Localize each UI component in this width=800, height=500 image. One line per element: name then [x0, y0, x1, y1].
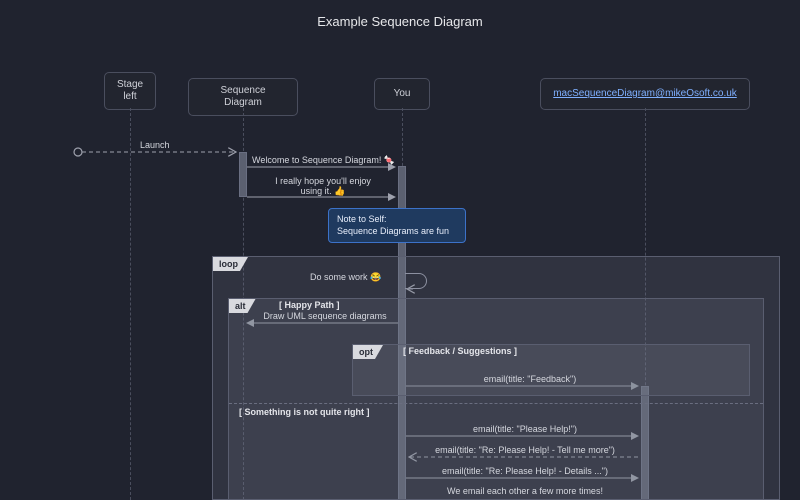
msg-launch: Launch [140, 140, 170, 150]
guard-feedback: [ Feedback / Suggestions ] [403, 346, 517, 356]
activation-seq-diagram [239, 152, 247, 197]
fragment-opt-label: opt [353, 345, 383, 359]
msg-help1: email(title: "Please Help!") [420, 424, 630, 434]
msg-work: Do some work 😂 [310, 272, 381, 283]
msg-help2: email(title: "Re: Please Help! - Tell me… [410, 445, 640, 455]
diagram-canvas: Example Sequence Diagram Stageleft Seque… [0, 0, 800, 500]
msg-feedback-email: email(title: "Feedback") [430, 374, 630, 384]
msg-help3: email(title: "Re: Please Help! - Details… [410, 466, 640, 476]
participant-you: You [374, 78, 430, 110]
participant-stage-left: Stageleft [104, 72, 156, 110]
fragment-loop-label: loop [213, 257, 248, 271]
fragment-alt-label: alt [229, 299, 256, 313]
alt-divider [229, 403, 763, 404]
msg-hope: I really hope you'll enjoyusing it. 👍 [252, 176, 394, 197]
fragment-opt: opt [ Feedback / Suggestions ] [352, 344, 750, 396]
participant-email-link[interactable]: macSequenceDiagram@mikeOsoft.co.uk [540, 78, 750, 110]
guard-happy-path: [ Happy Path ] [279, 300, 340, 310]
msg-draw: Draw UML sequence diagrams [260, 311, 390, 321]
msg-help4: We email each other a few more times! [410, 486, 640, 496]
msg-welcome: Welcome to Sequence Diagram! 🍬 [252, 155, 394, 166]
lifeline-stage-left [130, 108, 131, 500]
diagram-title: Example Sequence Diagram [0, 14, 800, 29]
guard-else: [ Something is not quite right ] [239, 407, 370, 417]
note-self: Note to Self:Sequence Diagrams are fun [328, 208, 466, 243]
self-loop-icon [405, 273, 427, 289]
